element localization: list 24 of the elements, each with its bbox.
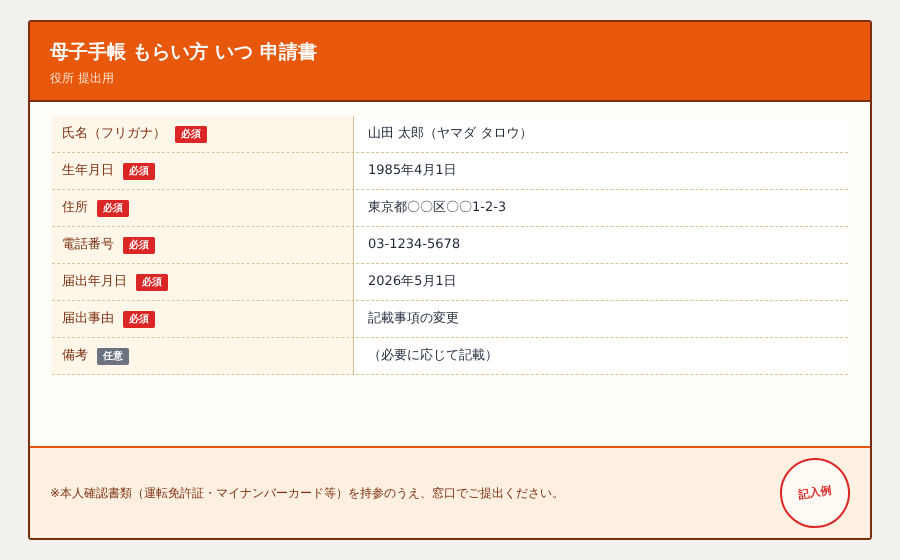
required-badge: 必須 <box>123 162 155 180</box>
field-label: 届出事由 <box>62 310 114 328</box>
required-badge: 必須 <box>97 200 129 216</box>
value-cell: 東京都〇〇区〇〇1-2-3 <box>354 190 848 226</box>
form-subtitle: 役所 提出用 <box>50 70 114 87</box>
required-badge: 必須 <box>136 274 168 290</box>
field-label: 届出年月日 <box>62 273 127 292</box>
value-cell: 2026年5月1日 <box>354 264 848 300</box>
value-cell: （必要に応じて記載） <box>354 338 848 374</box>
value-cell: 山田 太郎（ヤマダ タロウ） <box>354 116 848 152</box>
required-badge: 必須 <box>123 236 155 254</box>
field-label: 生年月日 <box>62 162 114 180</box>
field-label: 住所 <box>62 199 88 218</box>
optional-badge: 任意 <box>97 348 129 364</box>
field-label: 氏名（フリガナ） <box>62 125 166 144</box>
value-cell: 1985年4月1日 <box>354 153 848 189</box>
required-badge: 必須 <box>123 310 155 328</box>
value-cell: 記載事項の変更 <box>354 301 848 337</box>
field-label: 備考 <box>62 347 88 366</box>
field-label: 電話番号 <box>62 236 114 254</box>
required-badge: 必須 <box>175 126 207 142</box>
footer-note: ※本人確認書類（運転免許証・マイナンバーカード等）を持参のうえ、窓口でご提出ください。 <box>50 485 564 502</box>
value-cell: 03-1234-5678 <box>354 227 848 263</box>
form-title: 母子手帳 もらい方 いつ 申請書 <box>50 40 317 65</box>
